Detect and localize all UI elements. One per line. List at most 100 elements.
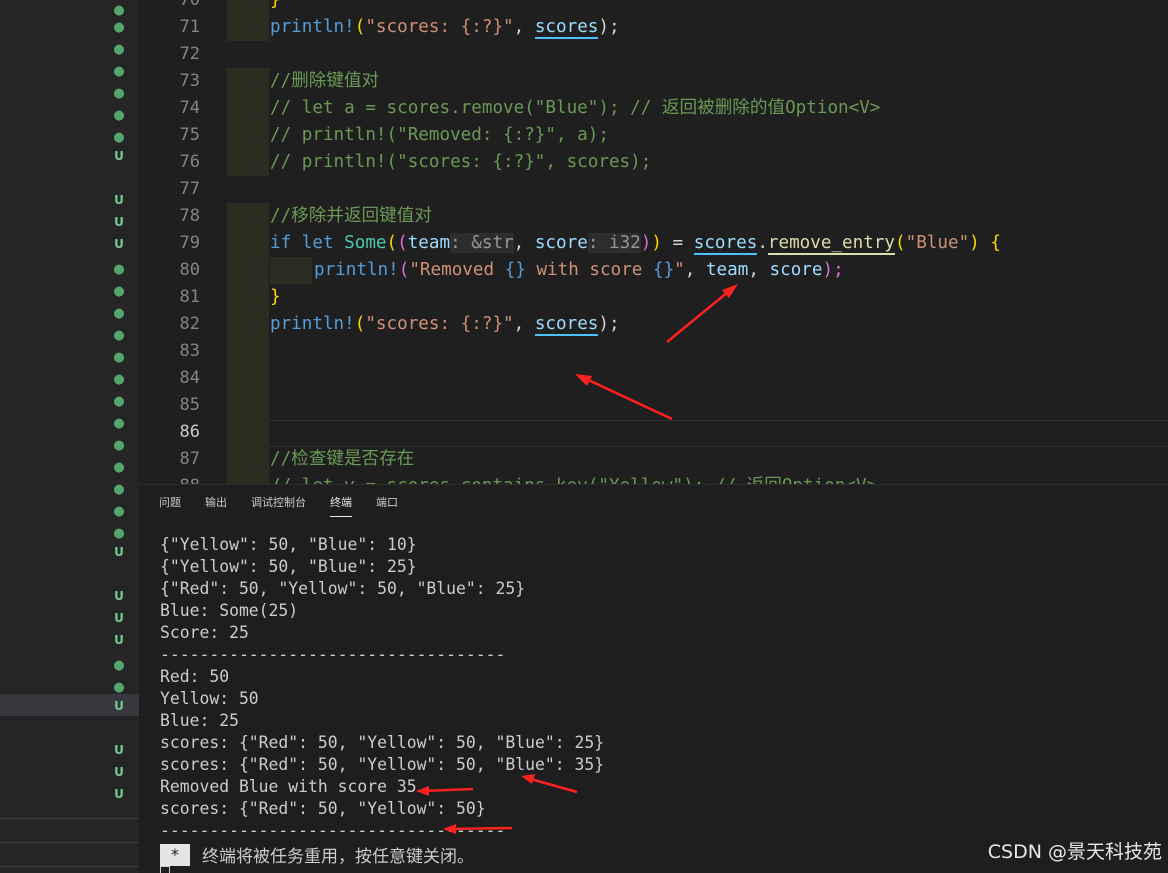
indent-guide [227, 419, 269, 446]
code-line-active[interactable]: 86 [139, 419, 1168, 446]
comment: //移除并返回键值对 [270, 206, 432, 226]
modified-dot-icon: ● [113, 394, 125, 409]
line-number: 75 [179, 125, 200, 145]
code-line[interactable]: 77 [139, 176, 1168, 203]
line-number: 74 [179, 98, 200, 118]
line-number: 70 [179, 0, 200, 10]
code-line[interactable]: 85 [139, 392, 1168, 419]
punct: , [513, 314, 535, 334]
tab-terminal[interactable]: 终端 [330, 493, 352, 517]
keyword-if: if [270, 233, 292, 253]
code-line[interactable]: 83 [139, 338, 1168, 365]
function-remove-entry[interactable]: remove_entry [767, 233, 896, 255]
variable[interactable]: scores [534, 17, 599, 39]
panel-tabs: 问题 输出 调试控制台 终端 端口 [159, 493, 422, 517]
variable-score[interactable]: score [535, 233, 588, 253]
line-number: 81 [179, 287, 200, 307]
paren: ( [354, 17, 366, 37]
comment: //删除键值对 [270, 71, 380, 91]
indent-guide [227, 0, 269, 14]
type-inlay-hint: : i32 [587, 233, 641, 253]
code-line[interactable]: 80 println!("Removed {} with score {}", … [139, 257, 1168, 284]
terminal-line: Blue: 25 [160, 711, 239, 730]
line-number: 77 [179, 179, 200, 199]
code-line[interactable]: 78 //移除并返回键值对 [139, 203, 1168, 230]
modified-dot-icon: ● [113, 482, 125, 497]
punct: , [748, 260, 770, 280]
prompt-badge: * [160, 843, 190, 866]
brace: } [270, 287, 281, 307]
tab-problems[interactable]: 问题 [159, 493, 181, 517]
modified-dot-icon: ● [113, 680, 125, 695]
code-line[interactable]: 73 //删除键值对 [139, 68, 1168, 95]
code-text: println!("Removed {} with score {}", tea… [314, 257, 844, 284]
string-literal: "Removed [409, 260, 505, 280]
vscode-window: ● ● ● ● ● ● ● U U U U ● ● ● ● ● ● ● ● ● ● ● ● ● U U U U ● ● U U U U 70 } … [0, 0, 1168, 873]
modified-dot-icon: ● [113, 20, 125, 35]
comment: //检查键是否存在 [270, 449, 415, 469]
untracked-badge: U [114, 699, 124, 713]
modified-dot-icon: ● [113, 86, 125, 101]
code-line[interactable]: 88 // let v = scores.contains_key("Yello… [139, 473, 1168, 484]
modified-dot-icon: ● [113, 350, 125, 365]
line-number: 82 [179, 314, 200, 334]
code-line[interactable]: 82 println!("scores: {:?}", scores); [139, 311, 1168, 338]
line-number: 76 [179, 152, 200, 172]
code-line[interactable]: 84 [139, 365, 1168, 392]
code-editor[interactable]: 70 } 71 println!("scores: {:?}", scores)… [139, 0, 1168, 484]
string-literal: with score [525, 260, 653, 280]
indent-guide [227, 446, 269, 473]
code-line[interactable]: 87 //检查键是否存在 [139, 446, 1168, 473]
untracked-badge: U [114, 765, 124, 779]
explorer-divider [0, 818, 139, 819]
line-number: 85 [179, 395, 200, 415]
code-line[interactable]: 81 } [139, 284, 1168, 311]
terminal-line: Yellow: 50 [160, 689, 259, 708]
terminal-line: ----------------------------------- [160, 821, 506, 840]
paren: ( [895, 233, 906, 253]
terminal-output[interactable]: {"Yellow": 50, "Blue": 10} {"Yellow": 50… [160, 534, 604, 842]
line-number: 72 [179, 44, 200, 64]
string-literal: "Blue" [905, 233, 970, 253]
code-line[interactable]: 71 println!("scores: {:?}", scores); [139, 14, 1168, 41]
variable-score[interactable]: score [770, 260, 823, 280]
terminal-line: Removed Blue with score 35 [160, 777, 417, 796]
variable-team[interactable]: team [706, 260, 748, 280]
code-line[interactable]: 70 } [139, 0, 1168, 14]
tab-output[interactable]: 输出 [205, 493, 227, 517]
tab-debug-console[interactable]: 调试控制台 [251, 493, 306, 517]
punct: . [757, 233, 768, 253]
terminal-line: {"Red": 50, "Yellow": 50, "Blue": 25} [160, 579, 526, 598]
line-number: 88 [139, 473, 200, 484]
variable[interactable]: scores [534, 314, 599, 336]
modified-dot-icon: ● [113, 284, 125, 299]
code-text: println!("scores: {:?}", scores); [270, 14, 620, 41]
task-reuse-prompt: * 终端将被任务重用，按任意键关闭。 [160, 842, 474, 867]
modified-dot-icon: ● [113, 108, 125, 123]
punct: , [684, 260, 706, 280]
code-line[interactable]: 72 [139, 41, 1168, 68]
variable-team[interactable]: team [408, 233, 450, 253]
tab-ports[interactable]: 端口 [376, 493, 398, 517]
variable-scores[interactable]: scores [693, 233, 758, 255]
untracked-badge: U [114, 149, 124, 163]
code-line[interactable]: 76 // println!("scores: {:?}", scores); [139, 149, 1168, 176]
prompt-text: 终端将被任务重用，按任意键关闭。 [202, 847, 474, 867]
modified-dot-icon: ● [113, 504, 125, 519]
modified-dot-icon: ● [113, 262, 125, 277]
punct: , [513, 233, 535, 253]
code-line[interactable]: 75 // println!("Removed: {:?}", a); [139, 122, 1168, 149]
punct: ); [598, 314, 620, 334]
string-literal: "scores: {:?}" [365, 17, 514, 37]
terminal-line: Blue: Some(25) [160, 601, 299, 620]
explorer-divider [0, 866, 139, 867]
code-line[interactable]: 74 // let a = scores.remove("Blue"); // … [139, 95, 1168, 122]
macro-name: println! [314, 260, 399, 280]
indent-guide [227, 230, 269, 257]
code-line[interactable]: 79 if let Some((team: &str, score: i32))… [139, 230, 1168, 257]
indent-guide [227, 365, 269, 392]
indent-guide [227, 95, 269, 122]
modified-dot-icon: ● [113, 306, 125, 321]
line-number: 83 [179, 341, 200, 361]
terminal-line: {"Yellow": 50, "Blue": 25} [160, 557, 417, 576]
